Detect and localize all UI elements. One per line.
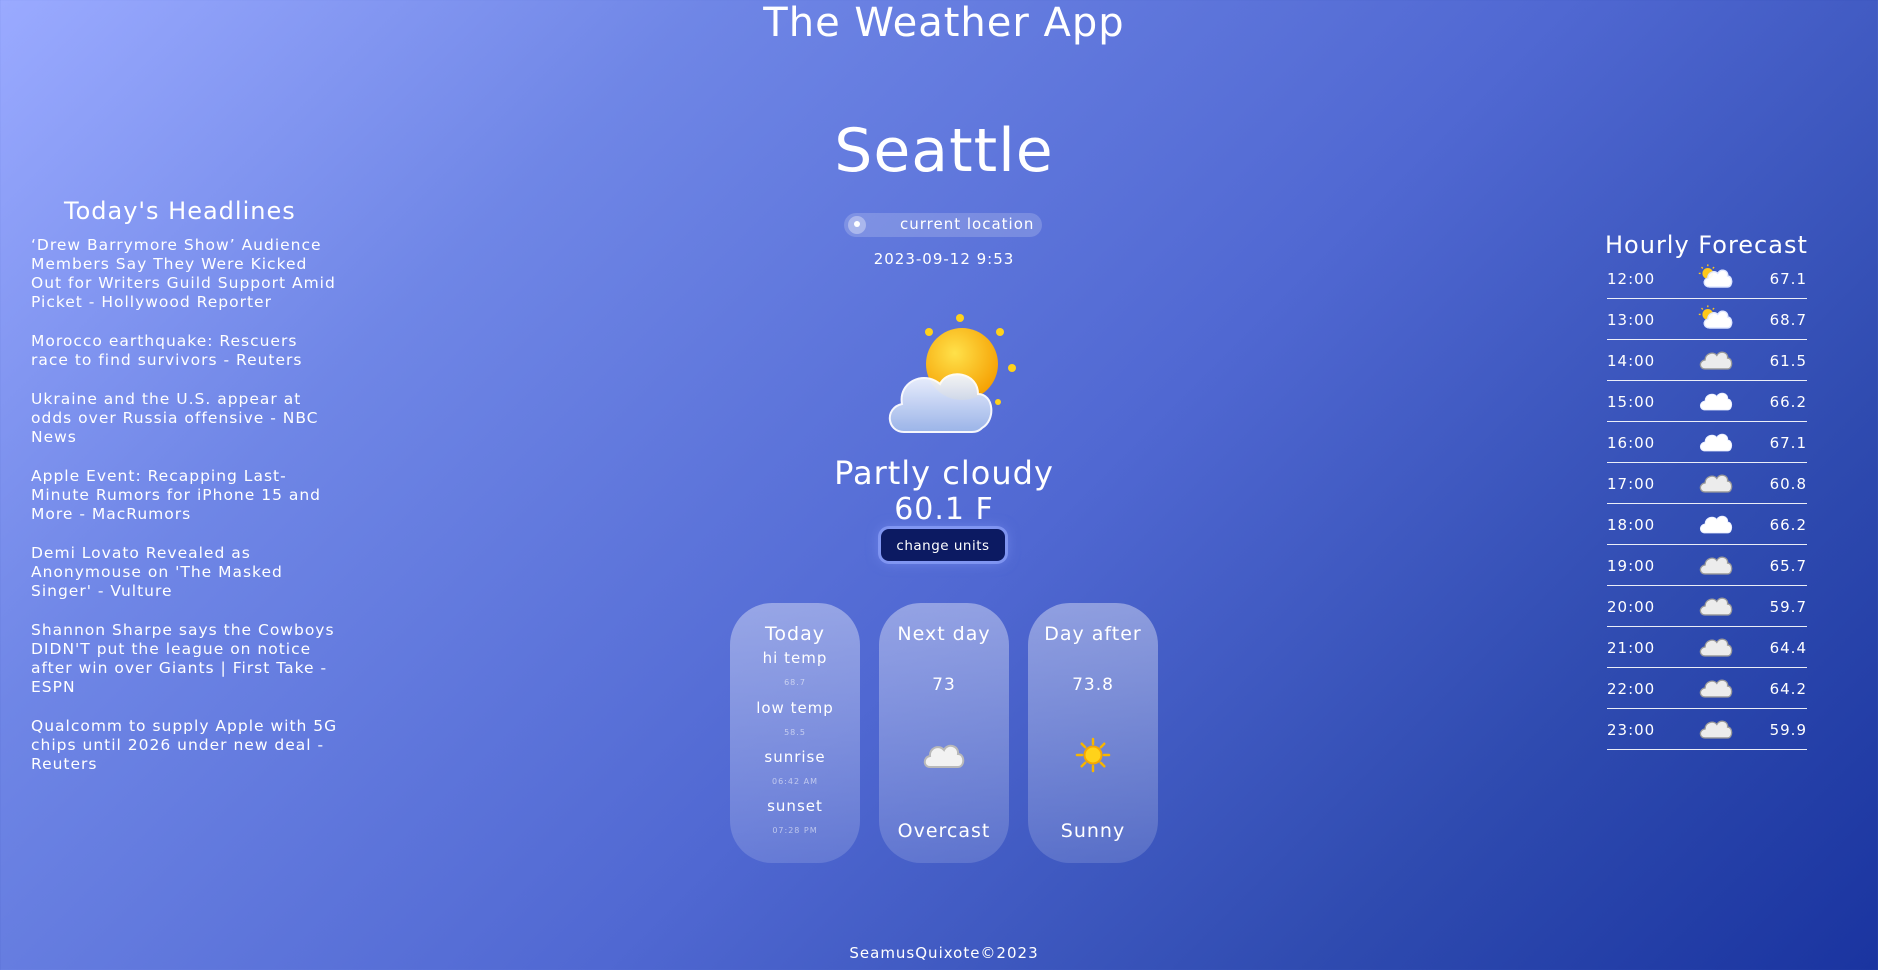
- today-card: Today hi temp 68.7 low temp 58.5 sunrise…: [730, 603, 860, 863]
- current-location-button[interactable]: current location: [844, 213, 1042, 237]
- current-location-label: current location: [900, 215, 1035, 233]
- overcast-cloud-icon: [1699, 474, 1733, 493]
- day-after-card: Day after 73.8 Sunny: [1028, 603, 1158, 863]
- hourly-time: 19:00: [1607, 557, 1656, 575]
- overcast-cloud-icon: [1699, 351, 1733, 370]
- partly-cloudy-icon: [1698, 264, 1733, 288]
- hourly-temp: 59.7: [1769, 598, 1807, 616]
- hourly-time: 22:00: [1607, 680, 1656, 698]
- headline-item[interactable]: Qualcomm to supply Apple with 5G chips u…: [31, 717, 341, 774]
- headline-item[interactable]: Demi Lovato Revealed as Anonymouse on 'T…: [31, 544, 341, 601]
- next-day-condition: Overcast: [897, 820, 991, 842]
- cloud-icon: [1699, 433, 1733, 452]
- hourly-time: 17:00: [1607, 475, 1656, 493]
- hourly-row: 22:00 64.2: [1607, 668, 1807, 709]
- hourly-temp: 64.4: [1769, 639, 1807, 657]
- headline-item[interactable]: Ukraine and the U.S. appear at odds over…: [31, 390, 341, 447]
- footer-credit: SeamusQuixote©2023: [849, 944, 1039, 962]
- hourly-temp: 66.2: [1769, 393, 1807, 411]
- sunrise-value: 06:42 AM: [772, 777, 818, 786]
- sunset-label: sunset: [767, 797, 823, 815]
- hourly-title: Hourly Forecast: [1605, 231, 1808, 259]
- hourly-time: 20:00: [1607, 598, 1656, 616]
- hourly-row: 13:00 68.7: [1607, 299, 1807, 340]
- headlines-title: Today's Headlines: [64, 197, 296, 225]
- sun-icon: [1075, 737, 1111, 773]
- hourly-temp: 64.2: [1769, 680, 1807, 698]
- hourly-row: 21:00 64.4: [1607, 627, 1807, 668]
- headline-item[interactable]: ‘Drew Barrymore Show’ Audience Members S…: [31, 236, 341, 312]
- next-day-card: Next day 73 Overcast: [879, 603, 1009, 863]
- headline-item[interactable]: Shannon Sharpe says the Cowboys DIDN'T p…: [31, 621, 341, 697]
- next-day-temp: 73: [932, 675, 956, 695]
- hourly-row: 15:00 66.2: [1607, 381, 1807, 422]
- hourly-temp: 66.2: [1769, 516, 1807, 534]
- app-title: The Weather App: [763, 0, 1125, 46]
- partly-cloudy-icon: [1698, 305, 1733, 329]
- hourly-temp: 67.1: [1769, 434, 1807, 452]
- hourly-row: 19:00 65.7: [1607, 545, 1807, 586]
- hourly-time: 13:00: [1607, 311, 1656, 329]
- overcast-cloud-icon: [1699, 720, 1733, 739]
- hourly-temp: 68.7: [1769, 311, 1807, 329]
- hourly-time: 18:00: [1607, 516, 1656, 534]
- hourly-temp: 61.5: [1769, 352, 1807, 370]
- change-units-button[interactable]: change units: [881, 529, 1005, 561]
- low-temp-label: low temp: [756, 699, 834, 717]
- hourly-time: 12:00: [1607, 270, 1656, 288]
- hourly-time: 15:00: [1607, 393, 1656, 411]
- cloud-icon: [923, 744, 965, 768]
- overcast-cloud-icon: [1699, 638, 1733, 657]
- hourly-row: 16:00 67.1: [1607, 422, 1807, 463]
- hourly-row: 20:00 59.7: [1607, 586, 1807, 627]
- partly-cloudy-icon: [888, 314, 1016, 433]
- hourly-row: 17:00 60.8: [1607, 463, 1807, 504]
- day-after-temp: 73.8: [1072, 675, 1114, 695]
- datetime: 2023-09-12 9:53: [873, 250, 1015, 268]
- sunrise-label: sunrise: [764, 748, 826, 766]
- hourly-temp: 67.1: [1769, 270, 1807, 288]
- hi-temp-value: 68.7: [784, 678, 806, 687]
- day-after-condition: Sunny: [1060, 820, 1126, 842]
- hourly-time: 23:00: [1607, 721, 1656, 739]
- day-after-title: Day after: [1044, 623, 1142, 645]
- location-pin-icon: [848, 216, 866, 234]
- hourly-temp: 59.9: [1769, 721, 1807, 739]
- hourly-row: 18:00 66.2: [1607, 504, 1807, 545]
- city-name: Seattle: [834, 116, 1054, 186]
- hi-temp-label: hi temp: [762, 649, 828, 667]
- today-title: Today: [765, 623, 825, 645]
- overcast-cloud-icon: [1699, 597, 1733, 616]
- low-temp-value: 58.5: [784, 728, 806, 737]
- hourly-row: 23:00 59.9: [1607, 709, 1807, 750]
- overcast-cloud-icon: [1699, 679, 1733, 698]
- cloud-icon: [1699, 392, 1733, 411]
- headline-item[interactable]: Morocco earthquake: Rescuers race to fin…: [31, 332, 341, 370]
- current-condition: Partly cloudy: [834, 454, 1054, 492]
- hourly-time: 16:00: [1607, 434, 1656, 452]
- current-temperature: 60.1 F: [894, 492, 994, 527]
- hourly-time: 14:00: [1607, 352, 1656, 370]
- next-day-title: Next day: [897, 623, 991, 645]
- hourly-row: 14:00 61.5: [1607, 340, 1807, 381]
- sunset-value: 07:28 PM: [772, 826, 818, 835]
- cloud-icon: [1699, 515, 1733, 534]
- overcast-cloud-icon: [1699, 556, 1733, 575]
- hourly-time: 21:00: [1607, 639, 1656, 657]
- hourly-row: 12:00 67.1: [1607, 258, 1807, 299]
- hourly-temp: 65.7: [1769, 557, 1807, 575]
- hourly-temp: 60.8: [1769, 475, 1807, 493]
